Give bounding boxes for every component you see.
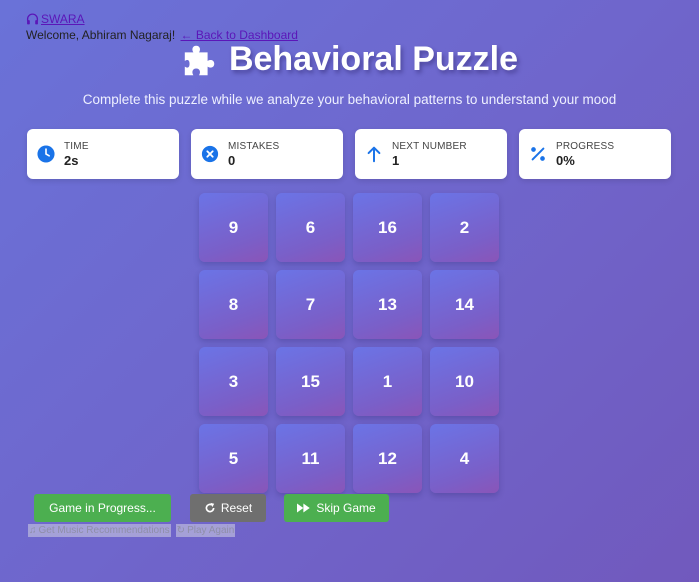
stat-value-progress: 0% (556, 152, 575, 168)
puzzle-tile[interactable]: 6 (276, 193, 345, 262)
music-note-icon: ♫ (29, 525, 37, 536)
puzzle-tile[interactable]: 14 (430, 270, 499, 339)
clock-icon (37, 145, 55, 163)
page-title: Behavioral Puzzle (228, 40, 519, 78)
get-music-recommendations-label: Get Music Recommendations (38, 525, 170, 536)
puzzle-tile[interactable]: 1 (353, 347, 422, 416)
redo-icon: ↻ (176, 525, 186, 536)
game-in-progress-label: Game in Progress... (49, 501, 156, 515)
skip-game-label: Skip Game (316, 501, 376, 515)
top-bar: SWARA Welcome, Abhiram Nagaraj! ← Back t… (26, 12, 298, 42)
post-game-actions: ♫ Get Music Recommendations ↻ Play Again (28, 524, 236, 537)
stat-value-time: 2s (64, 152, 79, 168)
arrow-up-icon (365, 145, 383, 163)
stat-label-next-number: NEXT NUMBER (392, 140, 467, 152)
reset-label: Reset (220, 501, 253, 515)
puzzle-tile[interactable]: 13 (353, 270, 422, 339)
headphones-icon (26, 13, 39, 25)
puzzle-tile[interactable]: 5 (199, 424, 268, 493)
stat-card-time: TIME 2s (27, 129, 179, 179)
stat-label-mistakes: MISTAKES (228, 140, 280, 152)
puzzle-tile[interactable]: 9 (199, 193, 268, 262)
play-again-button[interactable]: ↻ Play Again (175, 524, 236, 537)
game-in-progress-button[interactable]: Game in Progress... (34, 494, 171, 522)
puzzle-tile[interactable]: 12 (353, 424, 422, 493)
puzzle-tile[interactable]: 10 (430, 347, 499, 416)
puzzle-tile[interactable]: 3 (199, 347, 268, 416)
puzzle-tile[interactable]: 4 (430, 424, 499, 493)
stat-value-next-number: 1 (392, 152, 400, 168)
puzzle-tile[interactable]: 7 (276, 270, 345, 339)
puzzle-tile[interactable]: 2 (430, 193, 499, 262)
puzzle-grid: 9 6 16 2 8 7 13 14 3 15 1 10 5 11 12 4 (199, 193, 499, 493)
play-again-label: Play Again (187, 525, 235, 536)
stat-value-mistakes: 0 (228, 152, 236, 168)
puzzle-tile[interactable]: 16 (353, 193, 422, 262)
brand-link[interactable]: SWARA (26, 12, 85, 26)
brand-name: SWARA (41, 12, 85, 26)
reset-button[interactable]: Reset (190, 494, 266, 522)
percent-icon (529, 145, 547, 163)
puzzle-tile[interactable]: 15 (276, 347, 345, 416)
stat-label-progress: PROGRESS (556, 140, 615, 152)
redo-icon (205, 502, 215, 513)
stat-card-progress: PROGRESS 0% (519, 129, 671, 179)
x-circle-icon (201, 145, 219, 163)
puzzle-tile[interactable]: 8 (199, 270, 268, 339)
get-music-recommendations-button[interactable]: ♫ Get Music Recommendations (28, 524, 171, 537)
page-title-row: Behavioral Puzzle (0, 40, 699, 79)
puzzle-tile[interactable]: 11 (276, 424, 345, 493)
fast-forward-icon (297, 503, 311, 513)
stat-card-mistakes: MISTAKES 0 (191, 129, 343, 179)
skip-game-button[interactable]: Skip Game (284, 494, 389, 522)
stats-bar: TIME 2s MISTAKES 0 NEXT NUMBER 1 PROGRES… (27, 129, 671, 179)
stat-label-time: TIME (64, 140, 89, 152)
page-subtitle: Complete this puzzle while we analyze yo… (82, 92, 617, 107)
stat-card-next-number: NEXT NUMBER 1 (355, 129, 507, 179)
puzzle-piece-icon (184, 45, 215, 75)
